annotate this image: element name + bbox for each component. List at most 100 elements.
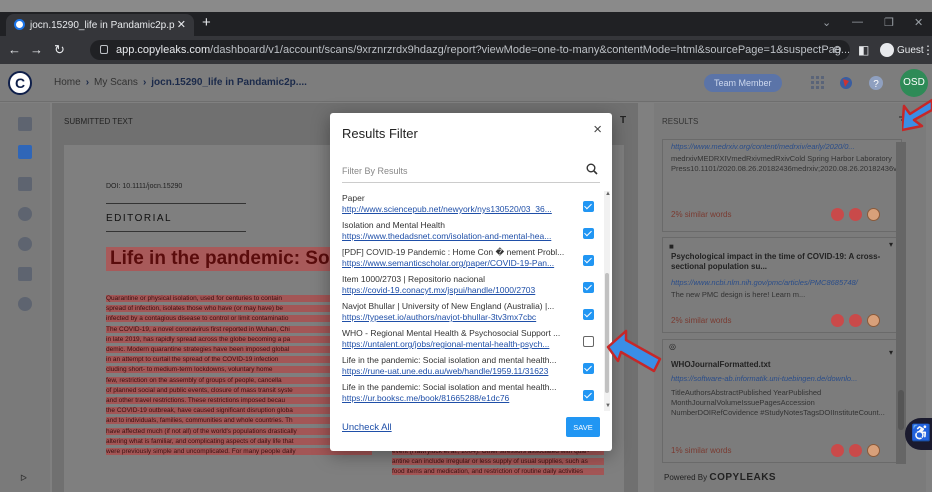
filter-item-checkbox[interactable] [583,363,594,374]
close-tab-icon[interactable]: ✕ [177,18,186,31]
highlighted-line[interactable]: antine can include irregular or less sup… [392,458,604,466]
minor-change-dot-icon [849,208,862,221]
help-icon[interactable]: ? [868,75,884,91]
sidepanel-icon[interactable]: ◧ [858,43,869,57]
result-card[interactable]: ◎ ▾ WHOJournalFormatted.txt https://soft… [662,339,902,463]
filter-item: Life in the pandemic: Social isolation a… [342,382,574,404]
result-snippet: The new PMC design is here! Learn m... [671,290,806,299]
filter-item-checkbox[interactable] [583,255,594,266]
result-card[interactable]: https://www.medrxiv.org/content/medrxiv/… [662,139,902,232]
browser-tab[interactable]: jocn.15290_life in Pandamic2p.p ✕ [6,14,194,36]
expand-card-icon[interactable]: ▾ [889,240,893,249]
breadcrumb-chevron-icon: › [85,77,90,88]
tab-title: jocn.15290_life in Pandamic2p.p [30,19,175,31]
guest-avatar-icon [880,43,894,57]
text-mode-icon[interactable]: T [620,115,626,126]
filter-item-url[interactable]: https://www.semanticscholar.org/paper/CO… [342,258,574,269]
paraphrased-dot-icon [867,314,880,327]
copyleaks-favicon-icon [14,19,25,30]
filter-item-checkbox[interactable] [583,336,594,347]
powered-by: Powered By COPYLEAKS [664,472,776,483]
scroll-down-icon[interactable]: ▼ [605,403,611,409]
close-window-icon[interactable]: ✕ [914,16,923,29]
result-title[interactable]: WHOJournalFormatted.txt [671,360,881,370]
annotation-arrow-icon [902,98,932,132]
scans-icon[interactable] [18,145,32,159]
uncheck-all-link[interactable]: Uncheck All [342,422,392,433]
results-scrollbar-thumb[interactable] [898,390,904,430]
filter-item-url[interactable]: https://typeset.io/authors/navjot-bhulla… [342,312,574,323]
filter-item-checkbox[interactable] [583,228,594,239]
filter-item-url[interactable]: https://www.thedadsnet.com/isolation-and… [342,231,574,242]
filter-item-checkbox[interactable] [583,282,594,293]
filter-item-url[interactable]: https://untalent.org/jobs/regional-menta… [342,339,574,350]
reports-icon[interactable] [18,267,32,281]
filter-item-title: [PDF] COVID-19 Pandemic : Home Con � nem… [342,247,565,257]
filter-item-checkbox[interactable] [583,309,594,320]
result-card[interactable]: ■ ▾ Psychological impact in the time of … [662,237,902,333]
notification-icon[interactable] [838,75,854,91]
result-url[interactable]: https://www.ncbi.nlm.nih.gov/pmc/article… [671,278,897,287]
copyleaks-brand: COPYLEAKS [709,472,777,483]
accessibility-icon[interactable]: ♿ [905,418,932,450]
minimize-icon[interactable]: — [852,16,863,28]
results-list: Paper http://www.sciencepub.net/newyork/n… [330,189,612,411]
breadcrumb-chevron-icon: › [142,77,147,88]
filter-item-url[interactable]: https://covid-19.conacyt.mx/jspui/handle… [342,285,574,296]
highlighted-line[interactable]: food items and medication, and restricti… [392,468,604,476]
filter-item-checkbox[interactable] [583,201,594,212]
filter-item-url[interactable]: https://ur.booksc.me/book/81665288/e1dc7… [342,393,574,404]
filter-search-input[interactable] [342,159,600,183]
team-member-badge: Team Member [704,74,782,92]
results-filter-modal: Results Filter × Paperhttp://www.science… [330,113,612,451]
forward-icon[interactable]: → [30,42,43,57]
result-snippet: TitleAuthorsAbstractPublished YearPublis… [671,388,885,417]
copyleaks-logo[interactable]: C [8,71,32,95]
scroll-up-icon[interactable]: ▲ [605,191,611,197]
guest-profile-button[interactable]: Guest [880,40,924,60]
filter-item: WHO - Regional Mental Health & Psychosoc… [342,328,574,350]
user-avatar[interactable]: OSD [900,69,928,97]
filter-item-title: WHO - Regional Mental Health & Psychosoc… [342,328,561,338]
expand-sidebar-icon[interactable]: ᐅ [20,473,27,484]
restore-icon[interactable]: ❐ [884,16,894,29]
save-button[interactable]: SAVE [566,417,600,437]
paraphrased-dot-icon [867,208,880,221]
search-icon[interactable] [586,163,598,175]
breadcrumb-scans[interactable]: My Scans [94,77,138,88]
address-bar[interactable]: app.copyleaks.com/dashboard/v1/account/s… [90,40,850,60]
document-icon[interactable] [18,117,32,131]
back-icon[interactable]: ← [8,42,21,57]
expand-card-icon[interactable]: ▾ [889,348,893,357]
zoom-icon[interactable]: ⊖ [833,43,842,56]
result-url[interactable]: https://www.medrxiv.org/content/medrxiv/… [671,142,895,151]
result-title[interactable]: Psychological impact in the time of COVI… [671,252,881,272]
filter-item-title: Life in the pandemic: Social isolation a… [342,355,557,365]
folder-icon[interactable] [18,177,32,191]
article-title: Life in the pandemic: Social is [106,247,366,271]
filter-item-title: Isolation and Mental Health [342,220,446,230]
filter-item-url[interactable]: https://rune-uat.une.edu.au/web/handle/1… [342,366,574,377]
filter-item-checkbox[interactable] [583,390,594,401]
svg-text:?: ? [873,79,879,90]
filter-item: Navjot Bhullar | University of New Engla… [342,301,574,323]
reload-icon[interactable]: ↻ [54,42,65,58]
close-icon[interactable]: × [593,121,602,138]
tab-search-chevron-icon[interactable]: ⌄ [822,16,831,29]
paraphrased-dot-icon [867,444,880,457]
settings-icon[interactable] [18,297,32,311]
editorial-label: EDITORIAL [106,213,173,224]
shield-icon[interactable] [18,237,32,251]
filter-item: Item 1000/2703 | Repositorio nacional htt… [342,274,574,296]
result-snippet: medrxivMEDRXIVmedRxivmedRxivCold Spring … [671,154,897,173]
new-tab-button[interactable]: + [202,14,211,31]
apps-grid-icon[interactable] [810,75,826,91]
history-icon[interactable] [18,207,32,221]
submitted-text-label: SUBMITTED TEXT [64,117,133,126]
filter-item-url[interactable]: http://www.sciencepub.net/newyork/nys130… [342,204,574,215]
lock-icon [100,45,108,54]
similar-words: 2% similar words [671,316,732,325]
minor-change-dot-icon [849,444,862,457]
result-url[interactable]: https://software-ab.informatik.uni-tuebi… [671,374,897,383]
breadcrumb-home[interactable]: Home [54,77,81,88]
